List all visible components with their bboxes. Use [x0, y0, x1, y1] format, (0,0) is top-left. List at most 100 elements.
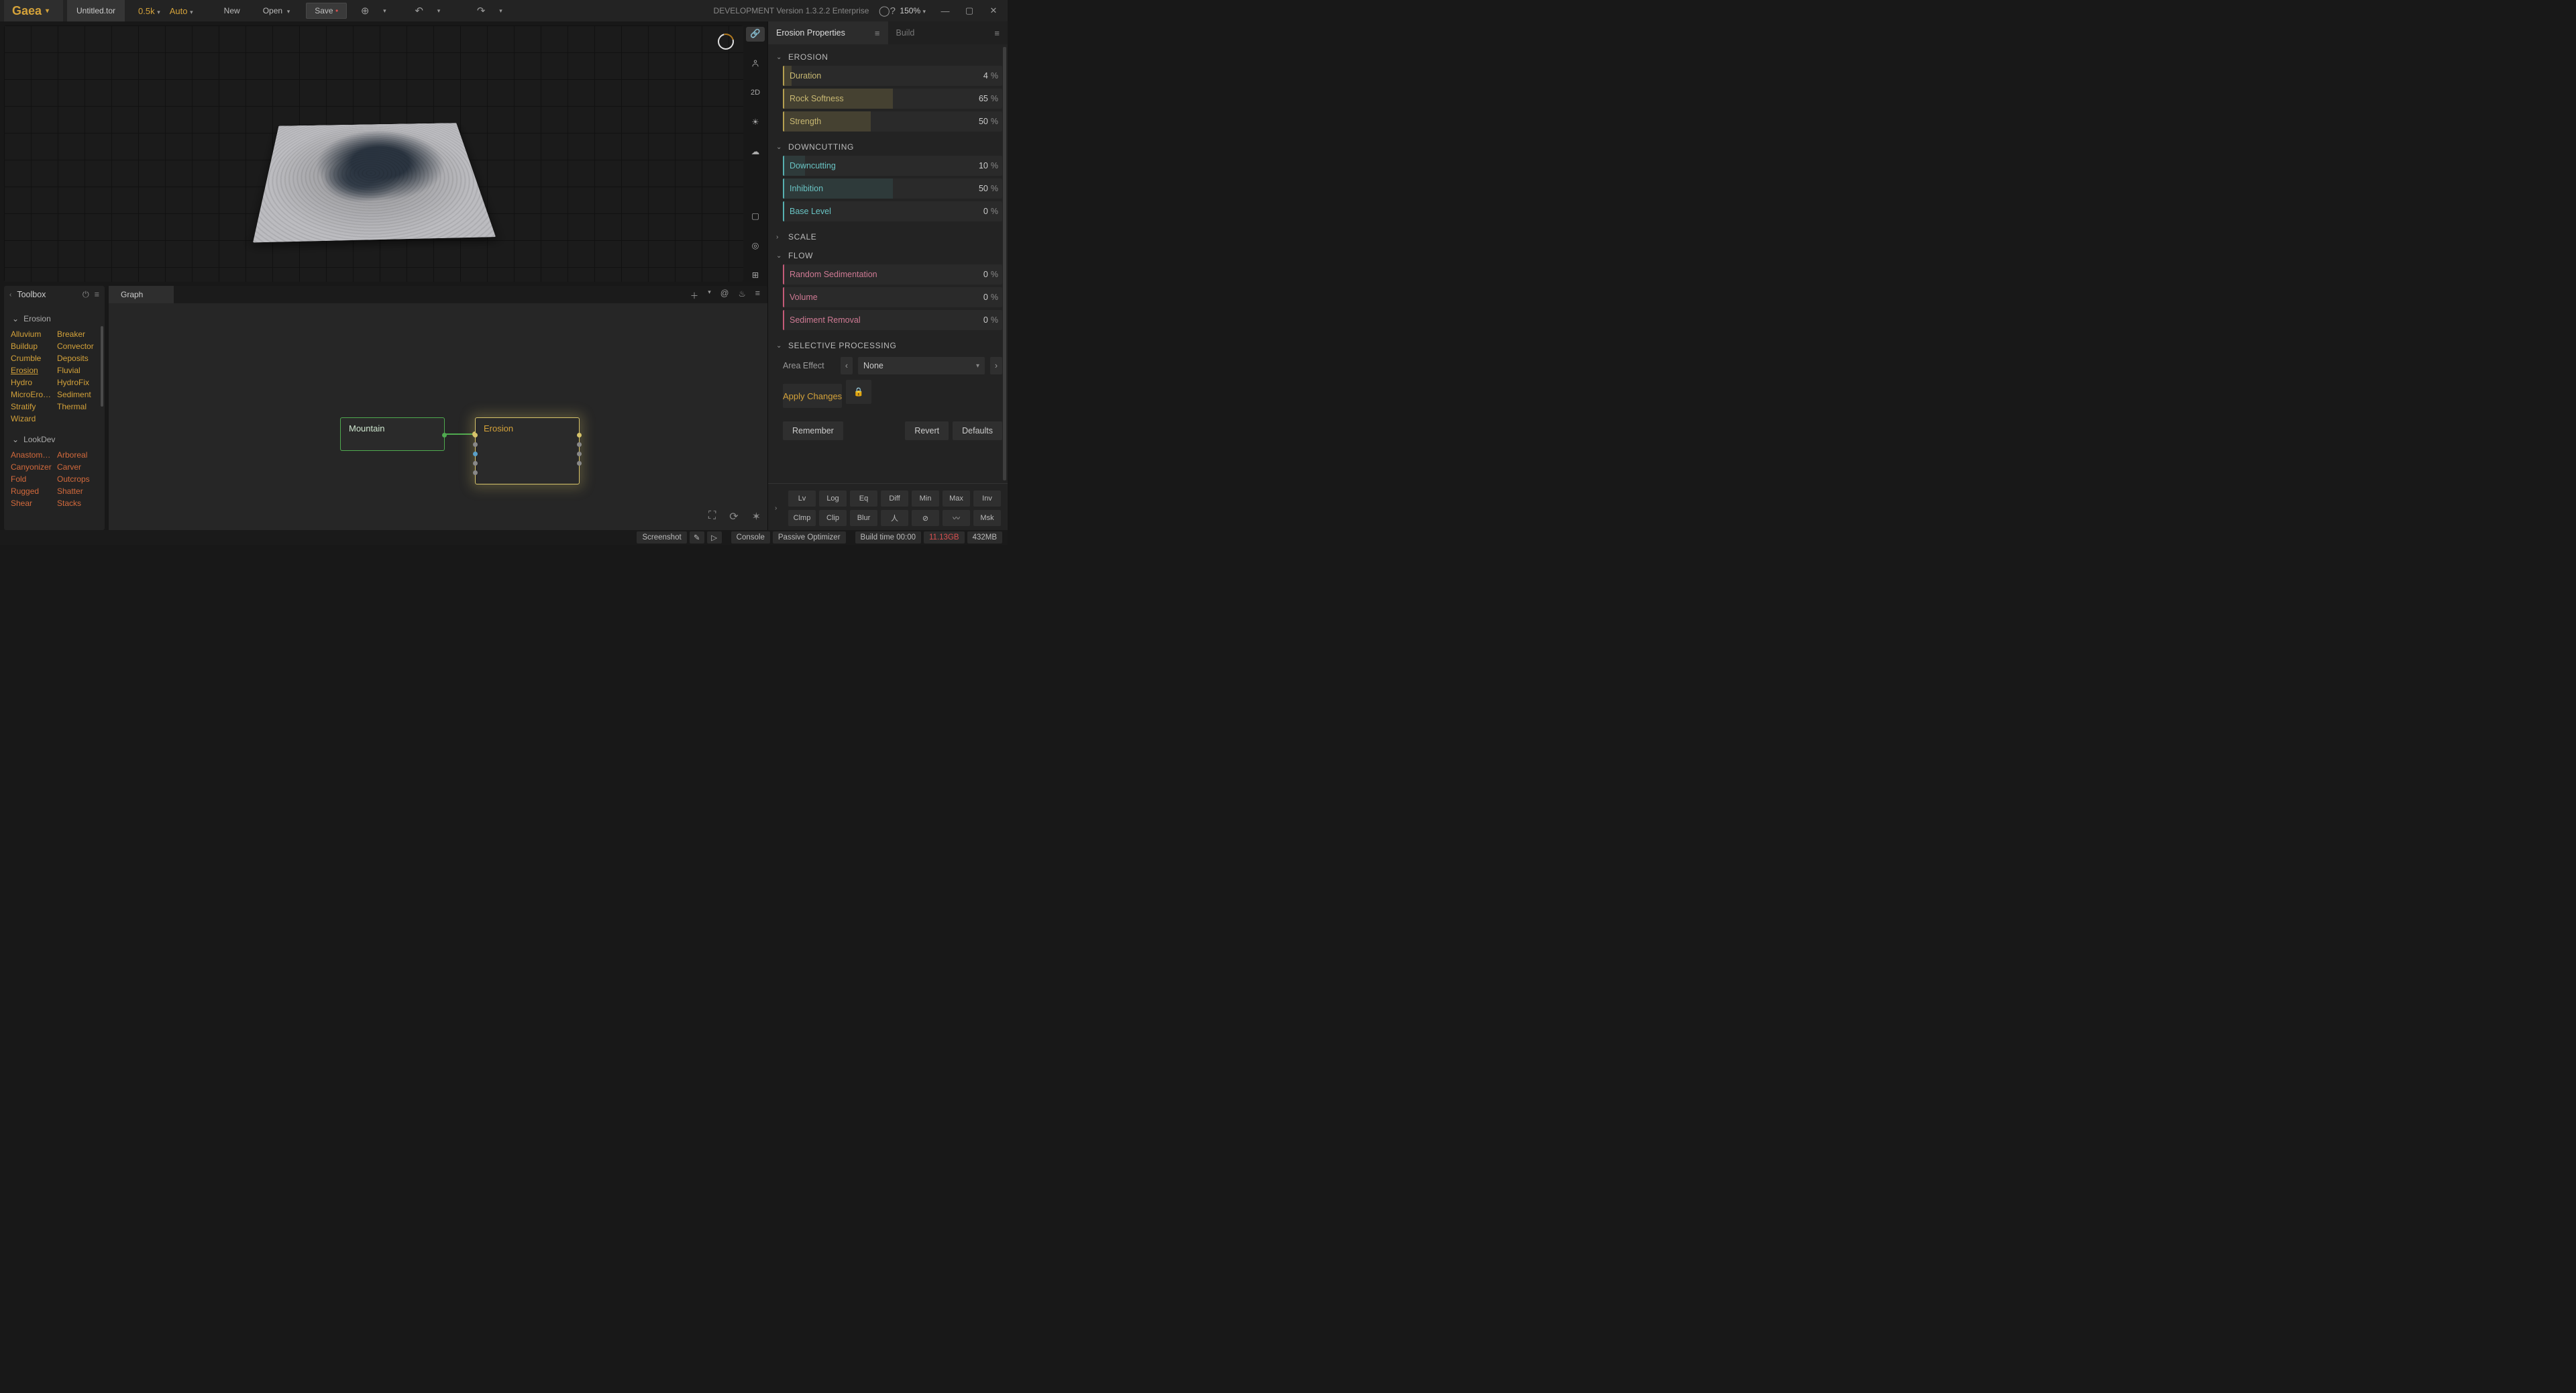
toolbox-item[interactable]: Shear [8, 498, 54, 509]
param-slider[interactable]: Strength50% [783, 111, 1002, 132]
toolbox-item[interactable]: Buildup [8, 341, 54, 352]
op-button[interactable]: Msk [973, 510, 1001, 526]
section-selective[interactable]: ⌄ SELECTIVE PROCESSING [773, 337, 1002, 354]
add-node-button[interactable]: ＋ [688, 287, 701, 303]
play-icon[interactable]: ▷ [707, 531, 722, 544]
chevron-down-icon[interactable]: ▾ [499, 7, 502, 15]
tab-properties[interactable]: Erosion Properties ≡ [768, 21, 888, 44]
op-button[interactable]: Inv [973, 491, 1001, 507]
cloud-icon[interactable]: ☁ [746, 144, 765, 159]
graph-tab[interactable]: Graph [109, 286, 174, 303]
ui-zoom-dropdown[interactable]: 150% ▾ [900, 6, 926, 15]
redo-button[interactable]: ↷ [472, 2, 490, 19]
toolbox-item[interactable]: Rugged [8, 486, 54, 497]
toolbox-item[interactable]: Fold [8, 474, 54, 484]
grid-icon[interactable]: ⊞ [746, 267, 765, 282]
toolbox-item[interactable]: Deposits [54, 353, 101, 364]
toolbox-item[interactable]: Erosion [8, 365, 54, 376]
toolbox-item[interactable]: Sediment [54, 389, 101, 400]
param-slider[interactable]: Base Level0% [783, 201, 1002, 221]
compass-icon[interactable]: ◎ [746, 238, 765, 253]
op-button[interactable]: Eq [850, 491, 877, 507]
op-button[interactable]: 人 [881, 510, 908, 526]
op-button[interactable]: Log [819, 491, 847, 507]
menu-icon[interactable]: ≡ [753, 287, 762, 303]
maximize-button[interactable]: ▢ [959, 0, 979, 21]
toolbox-item[interactable]: Arboreal [54, 450, 101, 460]
param-slider[interactable]: Downcutting10% [783, 156, 1002, 176]
param-slider[interactable]: Inhibition50% [783, 178, 1002, 199]
snap-icon[interactable]: ✶ [752, 510, 761, 523]
op-button[interactable]: Lv [788, 491, 816, 507]
op-button[interactable]: Clmp [788, 510, 816, 526]
link-icon[interactable]: 🔗 [746, 27, 765, 42]
toolbox-item[interactable]: Fluvial [54, 365, 101, 376]
lock-icon[interactable]: 🔒 [846, 380, 871, 404]
resolution-dropdown[interactable]: 0.5k ▾ [138, 6, 160, 16]
toolbox-item[interactable]: Shatter [54, 486, 101, 497]
chevron-down-icon[interactable]: ▾ [437, 7, 441, 15]
toolbox-item[interactable]: Anastom… [8, 450, 54, 460]
section-scale[interactable]: › SCALE [773, 228, 1002, 246]
toolbox-item[interactable]: Carver [54, 462, 101, 472]
toolbox-item[interactable]: Thermal [54, 401, 101, 412]
node-mountain[interactable]: Mountain [340, 417, 445, 451]
screenshot-button[interactable]: Screenshot [637, 531, 686, 544]
menu-icon[interactable]: ≡ [95, 290, 99, 300]
undo-button[interactable]: ↶ [411, 2, 428, 19]
remember-button[interactable]: Remember [783, 421, 843, 440]
op-button[interactable]: Clip [819, 510, 847, 526]
chevron-left-icon[interactable]: ‹ [9, 291, 11, 299]
minimize-button[interactable]: — [935, 0, 955, 21]
crop-icon[interactable]: ▢ [746, 209, 765, 223]
chevron-down-icon[interactable]: ▾ [383, 7, 386, 15]
output-port[interactable] [577, 461, 582, 466]
edge[interactable] [445, 433, 476, 435]
auto-mode-dropdown[interactable]: Auto ▾ [170, 6, 193, 16]
graph-canvas[interactable]: Mountain Erosion [109, 303, 767, 530]
chevron-right-icon[interactable]: › [775, 505, 784, 512]
person-icon[interactable] [746, 56, 765, 71]
toolbox-item[interactable]: Canyonizer [8, 462, 54, 472]
at-icon[interactable]: @ [718, 287, 731, 303]
toggle-icon[interactable]: ⏻ [83, 290, 89, 300]
output-port[interactable] [577, 442, 582, 447]
passive-optimizer-button[interactable]: Passive Optimizer [773, 531, 846, 544]
toolbox-item[interactable]: Alluvium [8, 329, 54, 340]
toolbox-item[interactable]: Convector [54, 341, 101, 352]
op-button[interactable]: Max [943, 491, 970, 507]
2d-mode-button[interactable]: 2D [746, 85, 765, 100]
scrollbar[interactable] [101, 326, 103, 407]
param-slider[interactable]: Sediment Removal0% [783, 310, 1002, 330]
output-port[interactable] [577, 433, 582, 437]
tab-build[interactable]: Build ≡ [888, 21, 1008, 44]
refresh-icon[interactable]: ⟳ [729, 510, 738, 523]
area-effect-dropdown[interactable]: None ▾ [858, 357, 985, 374]
toolbox-group-erosion[interactable]: ⌄ Erosion [8, 311, 101, 326]
console-button[interactable]: Console [731, 531, 770, 544]
toolbox-item[interactable] [54, 413, 101, 424]
add-button[interactable]: ⊕ [356, 2, 374, 19]
param-slider[interactable]: Duration4% [783, 66, 1002, 86]
menu-icon[interactable]: ≡ [994, 28, 1000, 38]
chevron-down-icon[interactable]: ▾ [706, 287, 713, 303]
close-button[interactable]: ✕ [983, 0, 1004, 21]
op-button[interactable]: 〰 [943, 510, 970, 526]
sun-icon[interactable]: ☀ [746, 115, 765, 130]
toolbox-item[interactable]: Hydro [8, 377, 54, 388]
section-flow[interactable]: ⌄ FLOW [773, 247, 1002, 264]
input-port[interactable] [473, 452, 478, 456]
op-button[interactable]: Min [912, 491, 939, 507]
toolbox-item[interactable]: MicroEros… [8, 389, 54, 400]
input-port[interactable] [473, 470, 478, 475]
flame-icon[interactable]: ♨ [736, 287, 747, 303]
toolbox-item[interactable]: Breaker [54, 329, 101, 340]
output-port[interactable] [577, 452, 582, 456]
toolbox-item[interactable]: Outcrops [54, 474, 101, 484]
scrollbar[interactable] [1003, 47, 1006, 480]
toolbox-item[interactable]: Wizard [8, 413, 54, 424]
input-port[interactable] [473, 433, 478, 437]
toolbox-item[interactable]: HydroFix [54, 377, 101, 388]
op-button[interactable]: Blur [850, 510, 877, 526]
new-button[interactable]: New [217, 3, 247, 19]
